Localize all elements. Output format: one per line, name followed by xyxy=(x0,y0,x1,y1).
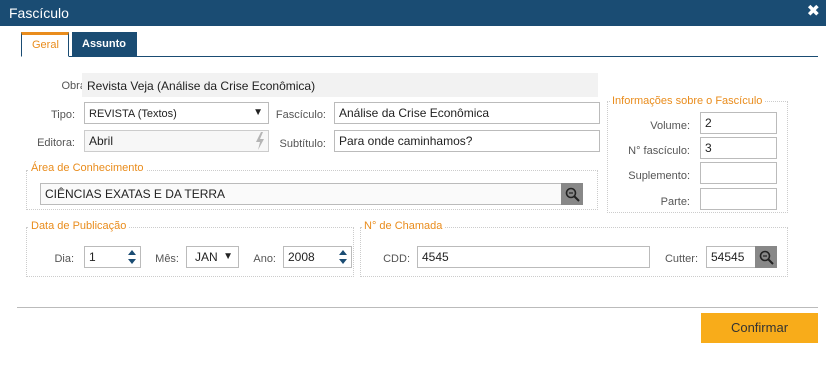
obra-label: Obra: xyxy=(61,80,89,92)
search-icon xyxy=(565,187,580,202)
fasciculo-input[interactable]: Análise da Crise Econômica xyxy=(334,102,600,124)
informacoes-title: Informações sobre o Fascículo xyxy=(610,95,765,107)
search-icon xyxy=(759,250,774,265)
mes-label: Mês: xyxy=(155,253,179,265)
tipo-label: Tipo: xyxy=(50,109,75,121)
ano-value: 2008 xyxy=(288,250,315,264)
close-icon[interactable]: ✖ xyxy=(807,3,820,21)
parte-input[interactable] xyxy=(700,188,777,210)
parte-label: Parte: xyxy=(660,196,690,208)
stepper-arrows-icon[interactable] xyxy=(339,249,348,265)
ano-stepper[interactable]: 2008 xyxy=(283,246,352,268)
tipo-select[interactable]: REVISTA (Textos) ▼ xyxy=(84,102,269,124)
suplemento-input[interactable] xyxy=(700,162,777,184)
chevron-down-icon: ▼ xyxy=(223,251,233,262)
cdd-label: CDD: xyxy=(383,253,410,265)
tab-divider xyxy=(69,56,818,57)
stepper-arrows-icon[interactable] xyxy=(128,249,137,265)
tab-geral[interactable]: Geral xyxy=(21,32,69,57)
tipo-selected-value: REVISTA (Textos) xyxy=(89,108,177,120)
footer-divider xyxy=(17,307,818,308)
subtitulo-label: Subtítulo: xyxy=(279,138,326,150)
volume-input[interactable]: 2 xyxy=(700,112,777,134)
cutter-search-button[interactable] xyxy=(755,246,777,268)
cutter-label: Cutter: xyxy=(664,253,698,265)
cdd-input[interactable]: 4545 xyxy=(417,246,650,268)
mes-select[interactable]: JAN ▼ xyxy=(186,246,239,268)
suplemento-label: Suplemento: xyxy=(628,170,690,182)
chevron-down-icon: ▼ xyxy=(253,107,263,118)
fasciculo-label: Fascículo: xyxy=(275,109,326,121)
subtitulo-input[interactable]: Para onde caminhamos? xyxy=(334,130,600,152)
editora-value: Abril xyxy=(89,134,114,148)
tab-assunto[interactable]: Assunto xyxy=(72,32,137,57)
volume-label: Volume: xyxy=(650,120,690,132)
area-search-button[interactable] xyxy=(561,183,583,205)
obra-field: Revista Veja (Análise da Crise Econômica… xyxy=(82,73,598,97)
area-title: Área de Conhecimento xyxy=(29,162,146,174)
publicacao-title: Data de Publicação xyxy=(29,220,129,232)
mes-selected-value: JAN xyxy=(195,250,218,264)
numero-fasciculo-input[interactable]: 3 xyxy=(700,137,777,159)
dia-stepper[interactable]: 1 xyxy=(84,246,141,268)
confirm-button[interactable]: Confirmar xyxy=(701,313,818,343)
dia-label: Dia: xyxy=(54,253,74,265)
ano-label: Ano: xyxy=(253,253,276,265)
editora-field[interactable]: Abril xyxy=(84,130,269,152)
cutter-input[interactable]: 54545 xyxy=(706,246,756,268)
dia-value: 1 xyxy=(89,250,96,264)
dialog-title: Fascículo xyxy=(9,5,69,21)
area-conhecimento-field[interactable]: CIÊNCIAS EXATAS E DA TERRA xyxy=(40,183,562,205)
numero-fasciculo-label: N° fascículo: xyxy=(628,145,690,157)
chamada-title: N° de Chamada xyxy=(362,220,445,232)
dialog-titlebar: Fascículo ✖ xyxy=(0,0,826,26)
editora-label: Editora: xyxy=(37,137,75,149)
lightning-icon xyxy=(255,132,265,151)
